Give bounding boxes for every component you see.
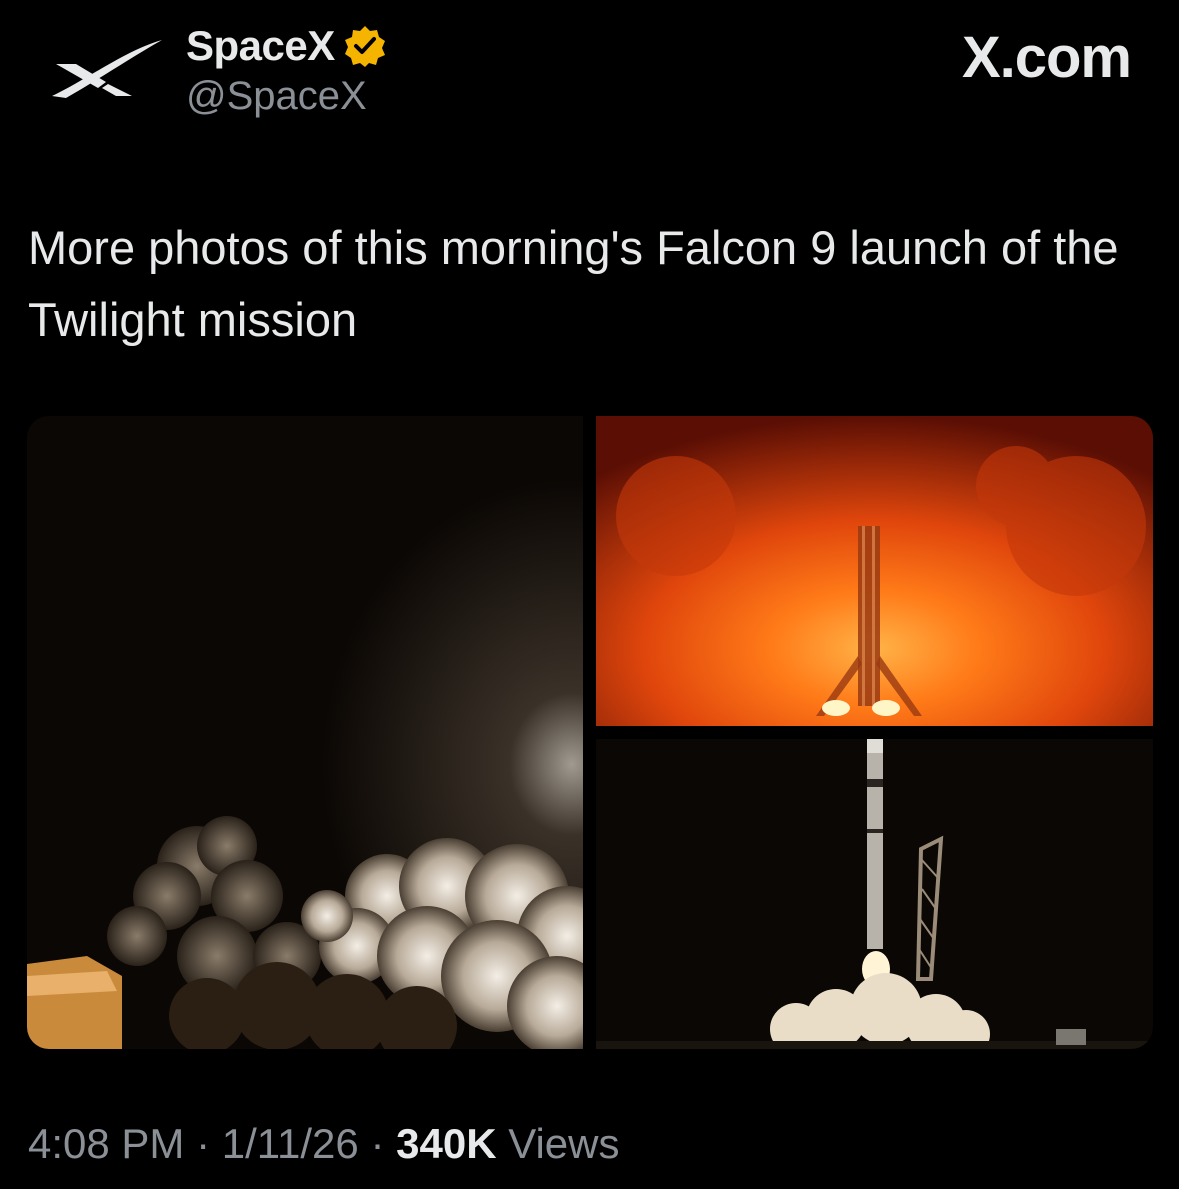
- tweet-time[interactable]: 4:08 PM: [28, 1120, 184, 1167]
- tweet-header: SpaceX @SpaceX X.com: [0, 0, 1179, 150]
- views-count: 340K: [396, 1120, 497, 1167]
- author-name-row[interactable]: SpaceX: [186, 22, 387, 70]
- tweet-meta: 4:08 PM · 1/11/26 · 340K Views: [28, 1120, 619, 1168]
- display-name[interactable]: SpaceX: [186, 22, 335, 70]
- rocket-engine-fire-photo[interactable]: [596, 416, 1153, 726]
- author-handle[interactable]: @SpaceX: [186, 74, 367, 119]
- spacex-logo-icon[interactable]: [46, 30, 166, 108]
- media-grid: [27, 416, 1153, 1049]
- meta-separator: ·: [370, 1120, 385, 1167]
- tweet-text: More photos of this morning's Falcon 9 l…: [28, 221, 1119, 346]
- tweet-date[interactable]: 1/11/26: [222, 1120, 359, 1167]
- launch-smoke-photo[interactable]: [27, 416, 583, 1049]
- meta-separator: ·: [196, 1120, 211, 1167]
- rocket-liftoff-photo[interactable]: [596, 739, 1153, 1049]
- site-label: X.com: [961, 25, 1132, 90]
- views-label: Views: [508, 1120, 620, 1167]
- verified-badge-icon: [344, 26, 385, 67]
